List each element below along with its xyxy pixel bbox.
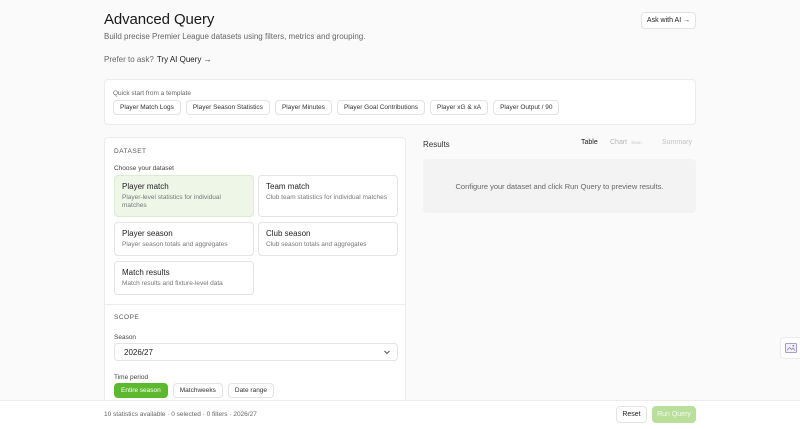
- season-select[interactable]: 2026/27: [114, 343, 398, 361]
- tab-chart[interactable]: Chart Soon: [610, 139, 642, 146]
- season-label: Season: [114, 334, 137, 341]
- tab-chart-label: Chart: [610, 139, 628, 146]
- ask-with-ai-button[interactable]: Ask with AI →: [641, 12, 696, 29]
- footer-bar: 10 statistics available · 0 selected · 0…: [0, 400, 800, 429]
- template-label: Quick start from a template: [113, 90, 192, 97]
- template-card: Quick start from a template Player Match…: [104, 79, 696, 125]
- dataset-option-title: Player season: [122, 229, 173, 238]
- dataset-option-player-match[interactable]: Player match Player-level statistics for…: [114, 175, 254, 217]
- dataset-option-club-season[interactable]: Club season Club season totals and aggre…: [258, 222, 398, 256]
- template-chip-player-match-logs[interactable]: Player Match Logs: [113, 100, 181, 115]
- template-chip-player-output-per-90[interactable]: Player Output / 90: [493, 100, 560, 115]
- dataset-option-match-results[interactable]: Match results Match results and fixture-…: [114, 261, 254, 295]
- page-title: Advanced Query: [104, 11, 215, 28]
- prefer-ask-row: Prefer to ask? Try AI Query →: [104, 55, 212, 64]
- page-subtitle: Build precise Premier League datasets us…: [104, 32, 366, 41]
- tab-summary[interactable]: Summary: [662, 139, 692, 146]
- time-period-label: Time period: [114, 374, 149, 381]
- scope-heading: SCOPE: [114, 314, 140, 321]
- dataset-option-desc: Club season totals and aggregates: [266, 241, 367, 248]
- choose-dataset-label: Choose your dataset: [114, 165, 174, 172]
- dataset-option-team-match[interactable]: Team match Club team statistics for indi…: [258, 175, 398, 217]
- period-date-range[interactable]: Date range: [227, 383, 275, 398]
- template-chip-player-xg-xa[interactable]: Player xG & xA: [430, 100, 489, 115]
- period-entire-season[interactable]: Entire season: [114, 383, 168, 398]
- side-widget[interactable]: [780, 337, 800, 359]
- dataset-panel: DATASET Choose your dataset Player match…: [104, 137, 406, 429]
- try-ai-query-link[interactable]: Try AI Query →: [157, 55, 212, 64]
- prefer-ask-text: Prefer to ask?: [104, 55, 154, 64]
- dataset-option-desc: Player-level statistics for individual m…: [122, 194, 221, 210]
- dataset-option-desc: Club team statistics for individual matc…: [266, 194, 388, 201]
- section-divider: [105, 304, 405, 305]
- run-query-button[interactable]: Run Query: [652, 406, 696, 423]
- results-empty-state: Configure your dataset and click Run Que…: [423, 159, 696, 213]
- dataset-option-desc: Match results and fixture-level data: [122, 280, 223, 287]
- results-tabs: Table Chart Soon Summary: [0, 139, 800, 151]
- chevron-down-icon: [383, 348, 391, 356]
- template-chip-player-goal-contributions[interactable]: Player Goal Contributions: [336, 100, 426, 115]
- tab-table[interactable]: Table: [581, 139, 598, 146]
- soon-badge: Soon: [631, 140, 642, 145]
- dataset-option-title: Team match: [266, 182, 310, 191]
- season-select-value: 2026/27: [124, 347, 153, 357]
- dataset-option-desc: Player season totals and aggregates: [122, 241, 228, 248]
- dataset-option-title: Match results: [122, 268, 170, 277]
- dataset-option-player-season[interactable]: Player season Player season totals and a…: [114, 222, 254, 256]
- template-chip-player-season-statistics[interactable]: Player Season Statistics: [185, 100, 270, 115]
- dataset-option-title: Player match: [122, 182, 169, 191]
- time-period-options: Entire season Matchweeks Date range: [114, 383, 275, 398]
- dataset-option-title: Club season: [266, 229, 311, 238]
- reset-button[interactable]: Reset: [616, 406, 647, 423]
- period-matchweeks[interactable]: Matchweeks: [172, 383, 223, 398]
- footer-summary: 10 statistics available · 0 selected · 0…: [104, 411, 257, 418]
- image-icon: [784, 343, 797, 353]
- template-chip-player-minutes[interactable]: Player Minutes: [274, 100, 332, 115]
- template-chips: Player Match Logs Player Season Statisti…: [113, 100, 560, 115]
